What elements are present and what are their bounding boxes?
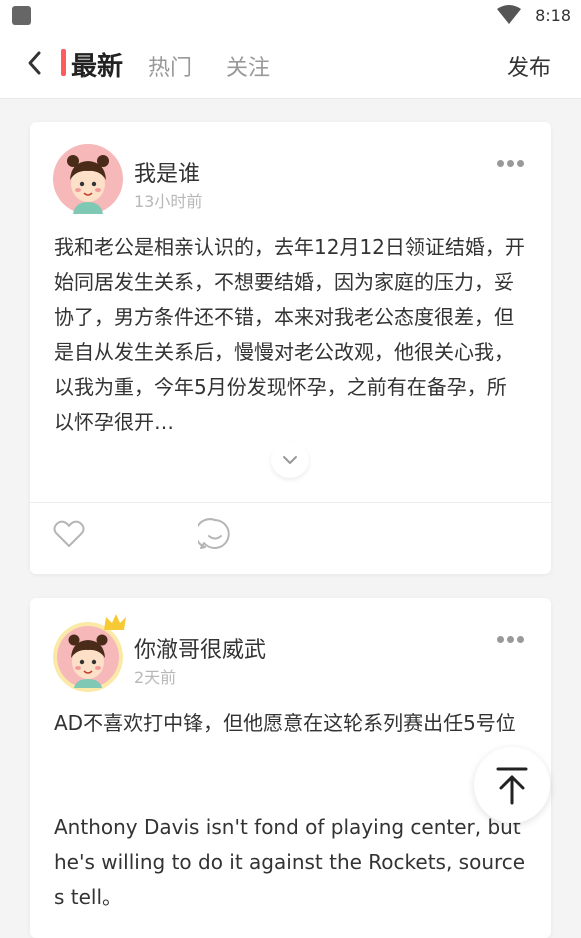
- status-right: 8:18: [497, 5, 571, 25]
- tab-follow[interactable]: 关注: [226, 50, 270, 82]
- post-content-en[interactable]: Anthony Davis isn't fond of playing cent…: [54, 810, 534, 915]
- active-tab-indicator: [61, 49, 66, 76]
- scroll-to-top-icon: [496, 767, 528, 805]
- notification-icon: [12, 6, 31, 25]
- post-content[interactable]: 我和老公是相亲认识的，去年12月12日领证结婚，开始同居发生关系，不想要结婚，因…: [54, 230, 526, 440]
- expand-button[interactable]: [271, 442, 309, 478]
- avatar[interactable]: [53, 622, 123, 692]
- comment-icon[interactable]: [198, 517, 232, 551]
- more-dots-icon[interactable]: [497, 628, 527, 643]
- post-content-zh[interactable]: AD不喜欢打中锋，但他愿意在这轮系列赛出任5号位: [54, 706, 526, 741]
- avatar[interactable]: [53, 144, 123, 214]
- post-username[interactable]: 你澈哥很威武: [134, 632, 266, 664]
- tab-hot[interactable]: 热门: [148, 50, 192, 82]
- post-username[interactable]: 我是谁: [134, 156, 200, 188]
- crown-icon: [104, 614, 126, 630]
- back-arrow-icon[interactable]: [24, 48, 46, 78]
- post-time: 13小时前: [134, 192, 203, 211]
- post-card: 我是谁 13小时前 我和老公是相亲认识的，去年12月12日领证结婚，开始同居发生…: [30, 122, 551, 574]
- post-card: 你澈哥很威武 2天前 AD不喜欢打中锋，但他愿意在这轮系列赛出任5号位 Anth…: [30, 598, 551, 938]
- card-divider: [30, 502, 551, 503]
- status-bar: 8:18: [0, 0, 581, 32]
- more-dots-icon[interactable]: [497, 152, 527, 167]
- scroll-to-top-button[interactable]: [474, 747, 550, 823]
- publish-button[interactable]: 发布: [507, 50, 551, 82]
- heart-icon[interactable]: [52, 517, 86, 551]
- wifi-icon: [497, 5, 522, 24]
- tab-latest[interactable]: 最新: [71, 46, 123, 83]
- post-time: 2天前: [134, 668, 177, 687]
- top-nav: 最新 热门 关注 发布: [0, 32, 581, 99]
- status-time: 8:18: [535, 5, 571, 25]
- chevron-down-icon: [283, 456, 297, 464]
